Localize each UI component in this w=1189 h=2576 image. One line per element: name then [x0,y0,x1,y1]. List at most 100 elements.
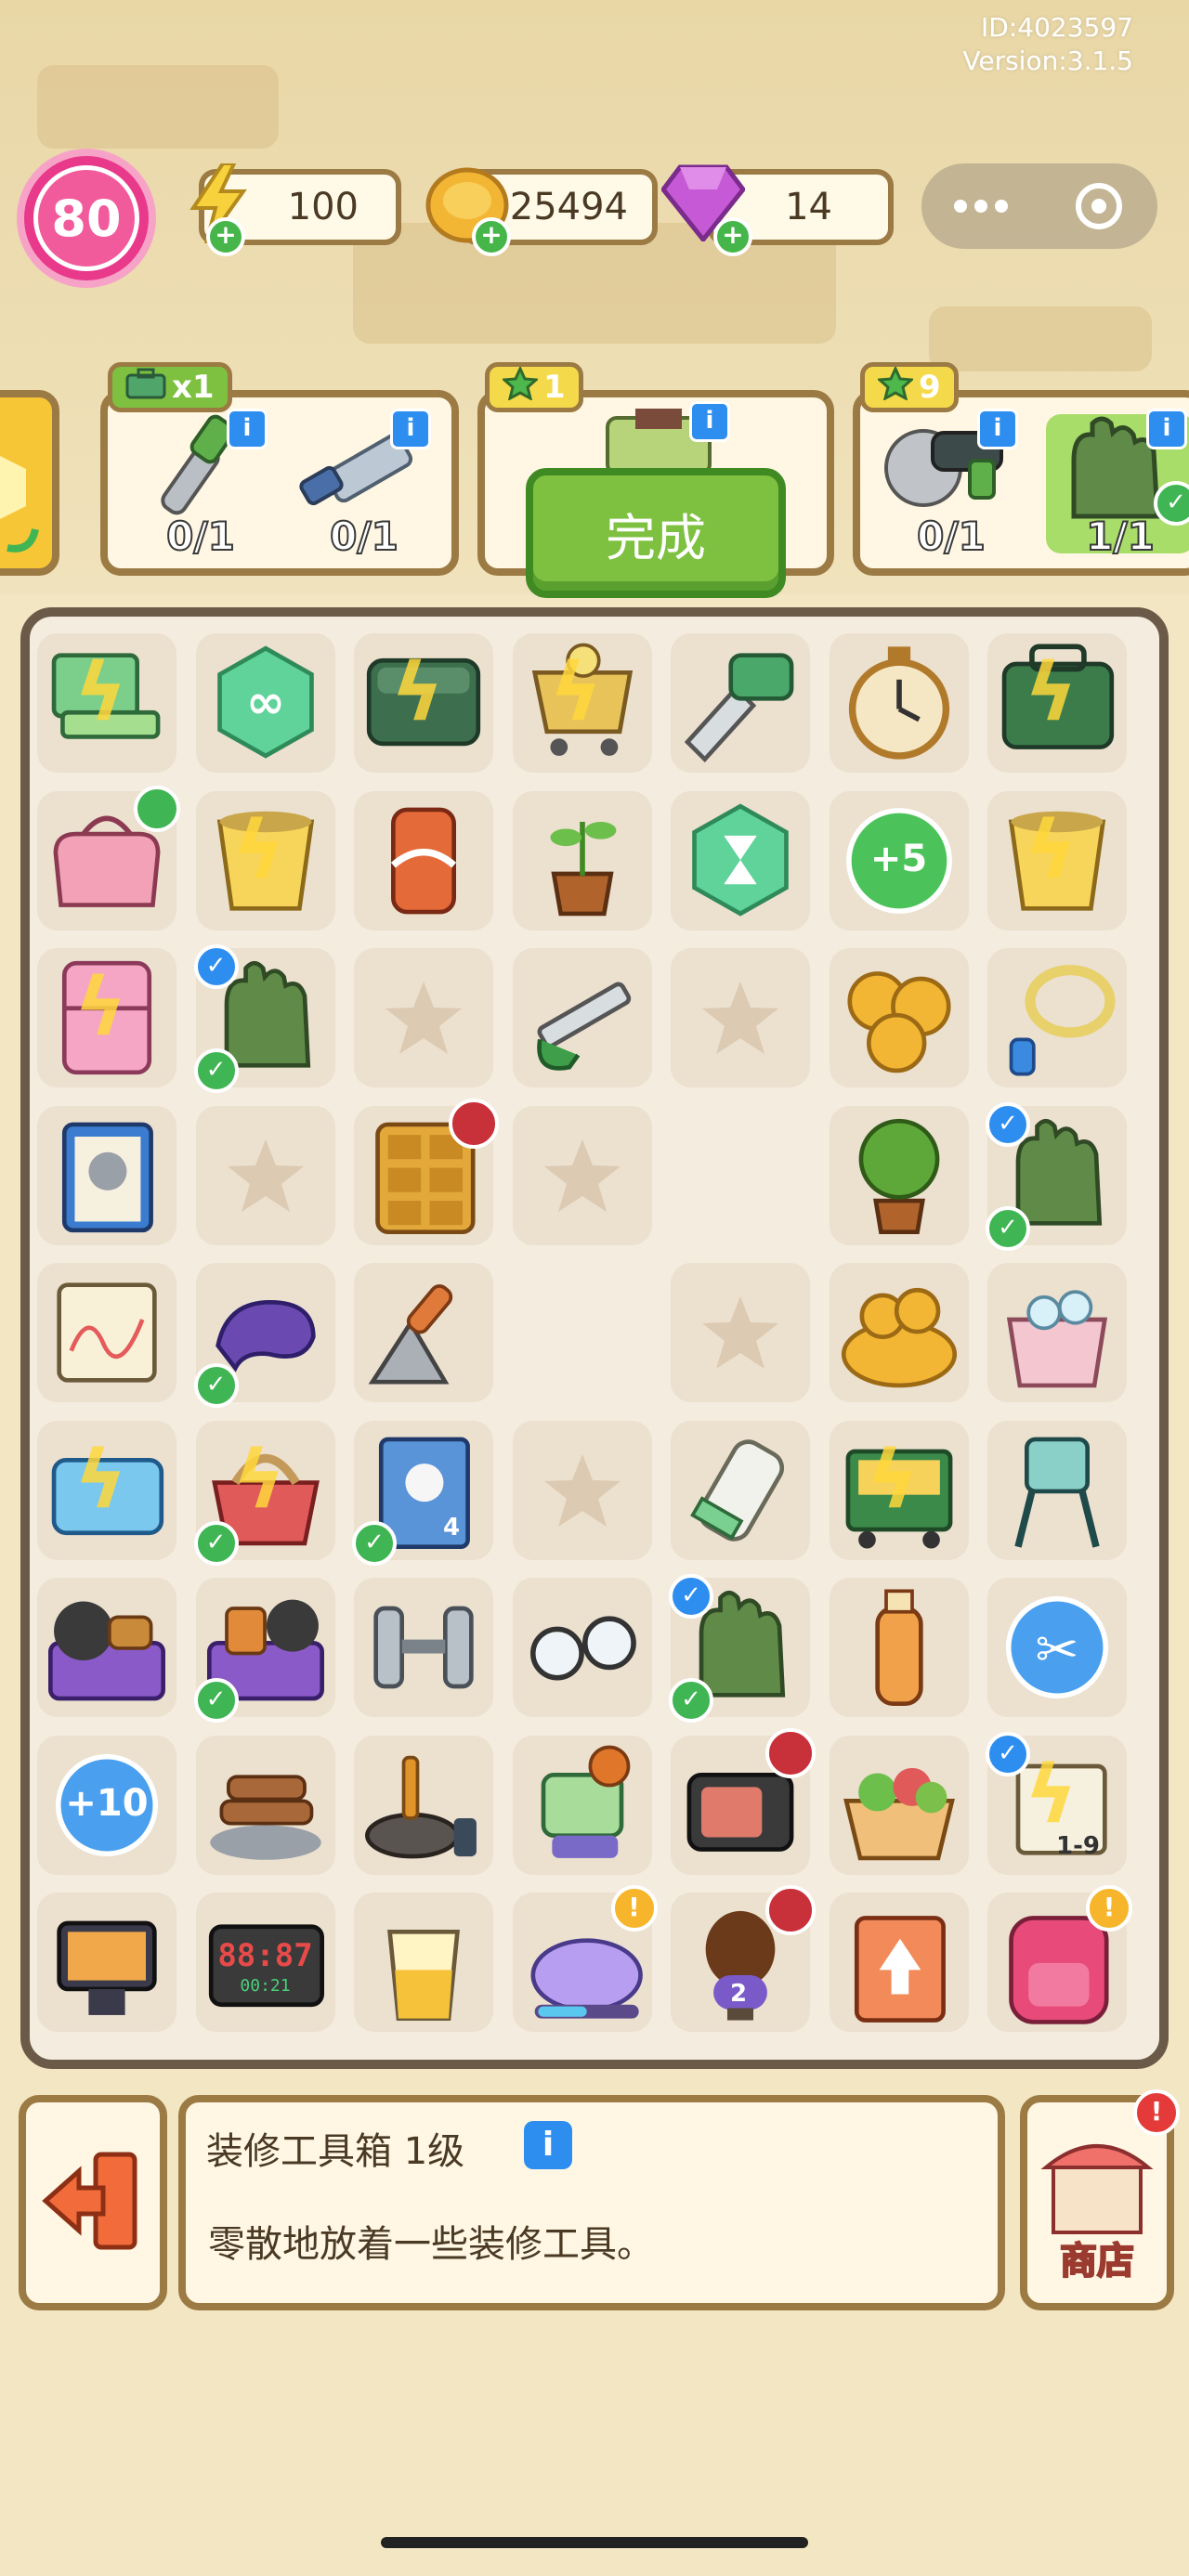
trowel-item[interactable] [354,1263,493,1402]
fruit-basket-item[interactable]: ϟ ✓ [193,1421,335,1566]
hacksaw-item[interactable] [513,948,652,1087]
empty-slot-star-icon[interactable] [513,1421,652,1560]
trophy-bust-item[interactable]: 2 [671,1885,816,2032]
ice-bucket-item[interactable] [987,1263,1127,1402]
gloves-item[interactable]: ✓ ✓ [193,944,335,1093]
merge-board: ϟ ∞ ϟ ϟ ϟ ϟ +5 ϟ ϟ ✓ ✓ ✓ ✓ ✓ ϟ ϟ ✓ 4 ✓ ϟ ✓ ✓ ✓ ✂ +10 1-9 ϟ ✓ 88:87 00… [20,607,1169,2069]
basket-gear-item[interactable]: ✓ [193,1578,335,1723]
side-event-tab[interactable] [0,390,59,576]
toolbox-chest-item[interactable]: ϟ [354,633,493,773]
order-reward-tag: 9 [860,362,959,412]
chart-paper-item[interactable] [37,1263,176,1402]
empty-slot-star-icon[interactable] [513,1106,652,1245]
energy-value: 100 [287,186,359,228]
exit-button[interactable] [19,2095,167,2310]
soda-can-item[interactable] [354,791,493,930]
dumbbells-item[interactable] [354,1578,493,1717]
coin-heap-item[interactable] [830,1263,969,1402]
pan-spatula-item[interactable] [354,1736,493,1875]
infinity-hex-item[interactable]: ∞ [196,633,335,773]
empty-slot[interactable] [513,1263,652,1402]
background-shelf [37,65,279,149]
sticky-note-item[interactable]: 1-9 ϟ ✓ [986,1731,1127,1875]
glasses-item[interactable] [513,1578,652,1717]
hair-clipper-item[interactable] [671,1421,810,1560]
salad-box-item[interactable] [830,1736,969,1875]
add-gems-button[interactable]: + [713,217,752,256]
order-card-1[interactable]: x1 i 0/1 i 0/1 [100,362,459,576]
info-icon[interactable]: i [227,409,268,449]
check-icon: ✓ [193,1678,239,1723]
cart-crates-item[interactable]: ϟ [830,1421,969,1560]
alarm-clock-item[interactable]: 88:87 00:21 [196,1893,335,2032]
svg-text:∞: ∞ [246,674,285,729]
target-icon[interactable] [1039,163,1157,249]
empty-slot[interactable] [671,1106,810,1245]
alert-icon: ! [610,1885,658,1932]
hourglass-hex-item[interactable] [671,791,810,930]
gloves-item[interactable]: ✓ ✓ [669,1574,810,1723]
camera-item[interactable] [671,1727,816,1875]
gloves-item[interactable]: ✓ ✓ [986,1101,1127,1251]
bottle-item[interactable] [830,1578,969,1717]
complete-order-button[interactable]: 完成 [526,468,786,598]
backpack-item[interactable]: ! [987,1885,1132,2032]
scissors-bubble-item[interactable]: ✂ [987,1578,1127,1717]
bucket-item[interactable]: ϟ [196,791,335,930]
timer-icon [449,1098,499,1149]
bucket-item[interactable]: ϟ [987,791,1127,930]
info-icon[interactable]: i [1146,409,1187,449]
tablet-display-item[interactable] [37,1893,176,2032]
add-coins-button[interactable]: + [472,217,511,256]
level-number: 80 [33,165,139,271]
high-chair-item[interactable] [987,1421,1127,1560]
info-icon[interactable]: i [524,2121,572,2169]
sprout-pot-item[interactable] [513,791,652,930]
potted-tree-item[interactable] [830,1106,969,1245]
more-dots-icon[interactable] [921,163,1039,249]
info-icon[interactable]: i [390,409,431,449]
plus5-item[interactable]: +5 [830,791,969,930]
goggles-item[interactable]: ✓ [193,1263,335,1408]
order-requirement[interactable]: i ✓ 1/1 [1046,409,1189,560]
coin-pile-item[interactable] [830,948,969,1087]
info-icon[interactable]: i [689,401,730,442]
empty-slot-star-icon[interactable] [671,948,810,1087]
info-icon[interactable]: i [977,409,1018,449]
star-icon [876,364,915,409]
plus10-item[interactable]: +10 [37,1736,176,1875]
order-card-3[interactable]: 9 i 0/1 i ✓ 1/1 [853,362,1189,576]
mop-box-item[interactable]: ϟ [37,1421,176,1560]
empty-slot-star-icon[interactable] [196,1106,335,1245]
clock-display: 88:87 [217,1937,313,1974]
unicorn-float-item[interactable]: ! [513,1885,658,2032]
cabinet-item[interactable] [354,1098,499,1245]
timer-icon [765,1885,816,1935]
juice-glass-item[interactable] [354,1893,493,2032]
order-reward-tag: x1 [108,362,232,412]
order-requirement[interactable]: i 0/1 [877,409,1026,560]
shop-button[interactable]: ! 商店 [1020,2089,1180,2310]
clipboard-item[interactable] [37,1106,176,1245]
empty-slot-star-icon[interactable] [354,948,493,1087]
jump-rope-item[interactable] [987,948,1127,1087]
book-item[interactable]: 4 ✓ [352,1421,493,1566]
shopping-cart-item[interactable]: ϟ [513,633,652,773]
green-toolbox-item[interactable]: ϟ [987,633,1127,773]
weights-crate-item[interactable] [37,1578,176,1717]
laptop-item[interactable]: ϟ [37,633,176,773]
order-requirement[interactable]: i 0/1 [290,409,438,560]
order-requirement[interactable]: i 0/1 [126,409,275,560]
player-level-badge[interactable]: 80 [17,149,156,288]
firewood-item[interactable] [196,1736,335,1875]
fridge-item[interactable]: ϟ [37,948,176,1087]
add-energy-button[interactable]: + [206,217,245,256]
home-indicator [381,2537,808,2548]
check-icon: ✓ [193,1520,239,1566]
robot-vendor-item[interactable] [513,1736,652,1875]
empty-slot-star-icon[interactable] [671,1263,810,1402]
pink-bag-item[interactable] [37,785,180,930]
ticket-card-item[interactable] [830,1893,969,2032]
stopwatch-item[interactable] [830,633,969,773]
drill-saw-item[interactable] [671,633,810,773]
